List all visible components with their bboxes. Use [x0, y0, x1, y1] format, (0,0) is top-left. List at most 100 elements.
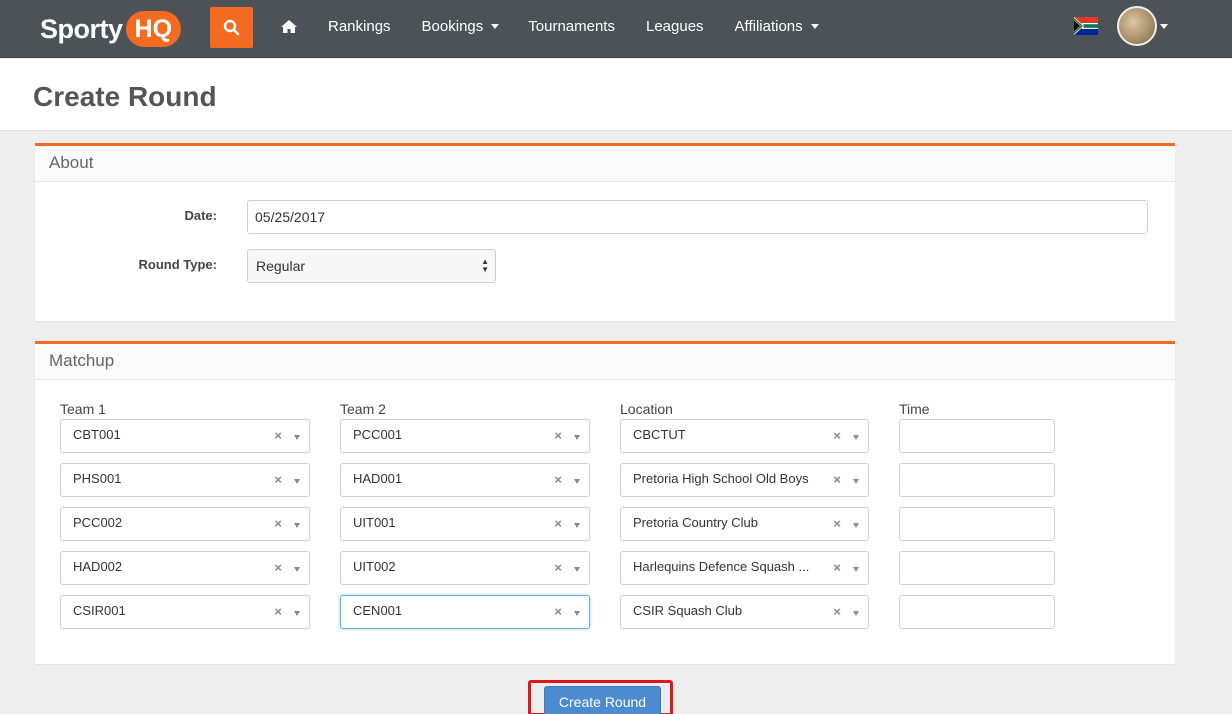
team1-value: CBT001 — [73, 427, 121, 442]
team2-value: UIT001 — [353, 515, 396, 530]
team1-select[interactable]: PCC002 × — [60, 507, 310, 541]
main-nav: Rankings Bookings Tournaments Leagues Af… — [280, 0, 819, 52]
clear-icon[interactable]: × — [554, 605, 562, 619]
column-header-team2: Team 2 — [340, 401, 386, 417]
time-input[interactable] — [899, 463, 1055, 497]
time-input[interactable] — [899, 507, 1055, 541]
avatar — [1117, 6, 1157, 46]
team2-value: HAD001 — [353, 471, 403, 486]
nav-bookings[interactable]: Bookings — [422, 18, 500, 35]
chevron-down-icon — [491, 23, 500, 29]
clear-icon[interactable]: × — [833, 473, 841, 487]
matchup-panel: Matchup Team 1 Team 2 Location Time CBT0… — [35, 341, 1175, 664]
location-select[interactable]: Pretoria Country Club × — [620, 507, 869, 541]
location-value: CSIR Squash Club — [633, 603, 743, 618]
home-icon — [281, 19, 297, 33]
logo-hq-badge: HQ — [125, 11, 182, 47]
about-panel: About Date: Round Type: Regular ▲▼ — [35, 143, 1175, 321]
select-arrows-icon: ▲ ▼ — [481, 257, 489, 274]
location-value: Pretoria High School Old Boys — [633, 471, 809, 486]
create-round-highlight: Create Round — [528, 680, 673, 714]
chevron-down-icon — [574, 567, 580, 572]
team2-select[interactable]: PCC001 × — [340, 419, 590, 453]
clear-icon[interactable]: × — [274, 605, 282, 619]
team2-value: CEN001 — [353, 603, 403, 618]
nav-home[interactable] — [280, 19, 298, 34]
clear-icon[interactable]: × — [554, 517, 562, 531]
time-input[interactable] — [899, 551, 1055, 585]
time-input[interactable] — [899, 595, 1055, 629]
nav-leagues[interactable]: Leagues — [646, 18, 704, 35]
clear-icon[interactable]: × — [274, 429, 282, 443]
search-icon — [223, 19, 240, 36]
search-button[interactable] — [210, 7, 253, 48]
chevron-down-icon — [1160, 23, 1168, 29]
clear-icon[interactable]: × — [274, 561, 282, 575]
chevron-down-icon — [853, 611, 859, 616]
team1-select[interactable]: HAD002 × — [60, 551, 310, 585]
clear-icon[interactable]: × — [274, 473, 282, 487]
team1-select[interactable]: PHS001 × — [60, 463, 310, 497]
team1-value: HAD002 — [73, 559, 123, 574]
date-label: Date: — [184, 208, 217, 223]
team1-select[interactable]: CBT001 × — [60, 419, 310, 453]
nav-leagues-label: Leagues — [645, 17, 704, 35]
clear-icon[interactable]: × — [554, 429, 562, 443]
team1-value: CSIR001 — [73, 603, 126, 618]
clear-icon[interactable]: × — [833, 429, 841, 443]
column-header-time: Time — [899, 401, 930, 417]
chevron-down-icon — [294, 523, 300, 528]
location-select[interactable]: CBCTUT × — [620, 419, 869, 453]
chevron-down-icon — [853, 567, 859, 572]
clear-icon[interactable]: × — [833, 561, 841, 575]
create-round-button[interactable]: Create Round — [544, 686, 661, 714]
column-header-team1: Team 1 — [60, 401, 106, 417]
chevron-down-icon — [294, 479, 300, 484]
location-select[interactable]: CSIR Squash Club × — [620, 595, 869, 629]
round-type-value: Regular — [256, 258, 306, 274]
team1-value: PHS001 — [73, 471, 122, 486]
about-panel-heading: About — [35, 146, 1175, 182]
user-menu[interactable] — [1117, 6, 1168, 46]
clear-icon[interactable]: × — [274, 517, 282, 531]
clear-icon[interactable]: × — [833, 517, 841, 531]
team1-select[interactable]: CSIR001 × — [60, 595, 310, 629]
location-value: Pretoria Country Club — [633, 515, 758, 530]
team2-select[interactable]: UIT002 × — [340, 551, 590, 585]
clear-icon[interactable]: × — [833, 605, 841, 619]
chevron-down-icon — [853, 523, 859, 528]
round-type-label: Round Type: — [138, 257, 217, 272]
column-header-location: Location — [620, 401, 673, 417]
logo-text: Sporty — [40, 13, 123, 44]
team2-value: UIT002 — [353, 559, 396, 574]
round-type-select[interactable]: Regular ▲ ▼ — [247, 249, 496, 283]
matchup-panel-heading: Matchup — [35, 344, 1175, 380]
date-input[interactable] — [247, 200, 1148, 234]
chevron-down-icon — [853, 479, 859, 484]
chevron-down-icon — [853, 435, 859, 440]
chevron-down-icon — [574, 611, 580, 616]
nav-tournaments[interactable]: Tournaments — [528, 18, 615, 35]
sportyhq-logo[interactable]: Sporty HQ — [40, 10, 182, 48]
nav-rankings[interactable]: Rankings — [328, 18, 391, 35]
team2-select[interactable]: HAD001 × — [340, 463, 590, 497]
location-value: Harlequins Defence Squash ... — [633, 559, 810, 574]
team2-select[interactable]: CEN001 × — [340, 595, 590, 629]
top-navbar: Sporty HQ Rankings Bookings Tournaments … — [0, 0, 1232, 58]
nav-affiliations[interactable]: Affiliations — [735, 18, 819, 35]
clear-icon[interactable]: × — [554, 561, 562, 575]
chevron-down-icon — [574, 435, 580, 440]
page-title: Create Round — [33, 81, 217, 112]
team2-value: PCC001 — [353, 427, 403, 442]
nav-rankings-label: Rankings — [328, 17, 391, 35]
nav-bookings-label: Bookings — [421, 17, 484, 35]
location-select[interactable]: Harlequins Defence Squash ... × — [620, 551, 869, 585]
clear-icon[interactable]: × — [554, 473, 562, 487]
page-header: Create Round — [0, 59, 1232, 131]
nav-tournaments-label: Tournaments — [528, 17, 615, 35]
chevron-down-icon — [574, 479, 580, 484]
location-select[interactable]: Pretoria High School Old Boys × — [620, 463, 869, 497]
team2-select[interactable]: UIT001 × — [340, 507, 590, 541]
south-africa-flag-icon[interactable] — [1074, 17, 1098, 35]
time-input[interactable] — [899, 419, 1055, 453]
